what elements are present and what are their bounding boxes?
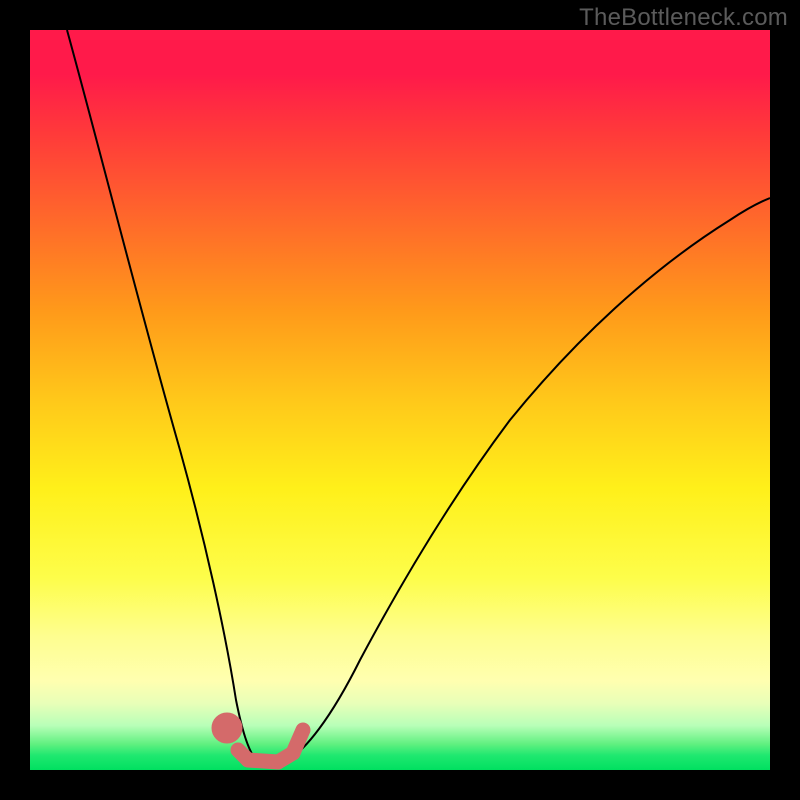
valley-highlight: [219, 720, 303, 762]
curve-layer: [30, 30, 770, 770]
chart-frame: TheBottleneck.com: [0, 0, 800, 800]
watermark-text: TheBottleneck.com: [579, 4, 788, 32]
plot-area: [30, 30, 770, 770]
bottleneck-curve: [67, 30, 770, 764]
